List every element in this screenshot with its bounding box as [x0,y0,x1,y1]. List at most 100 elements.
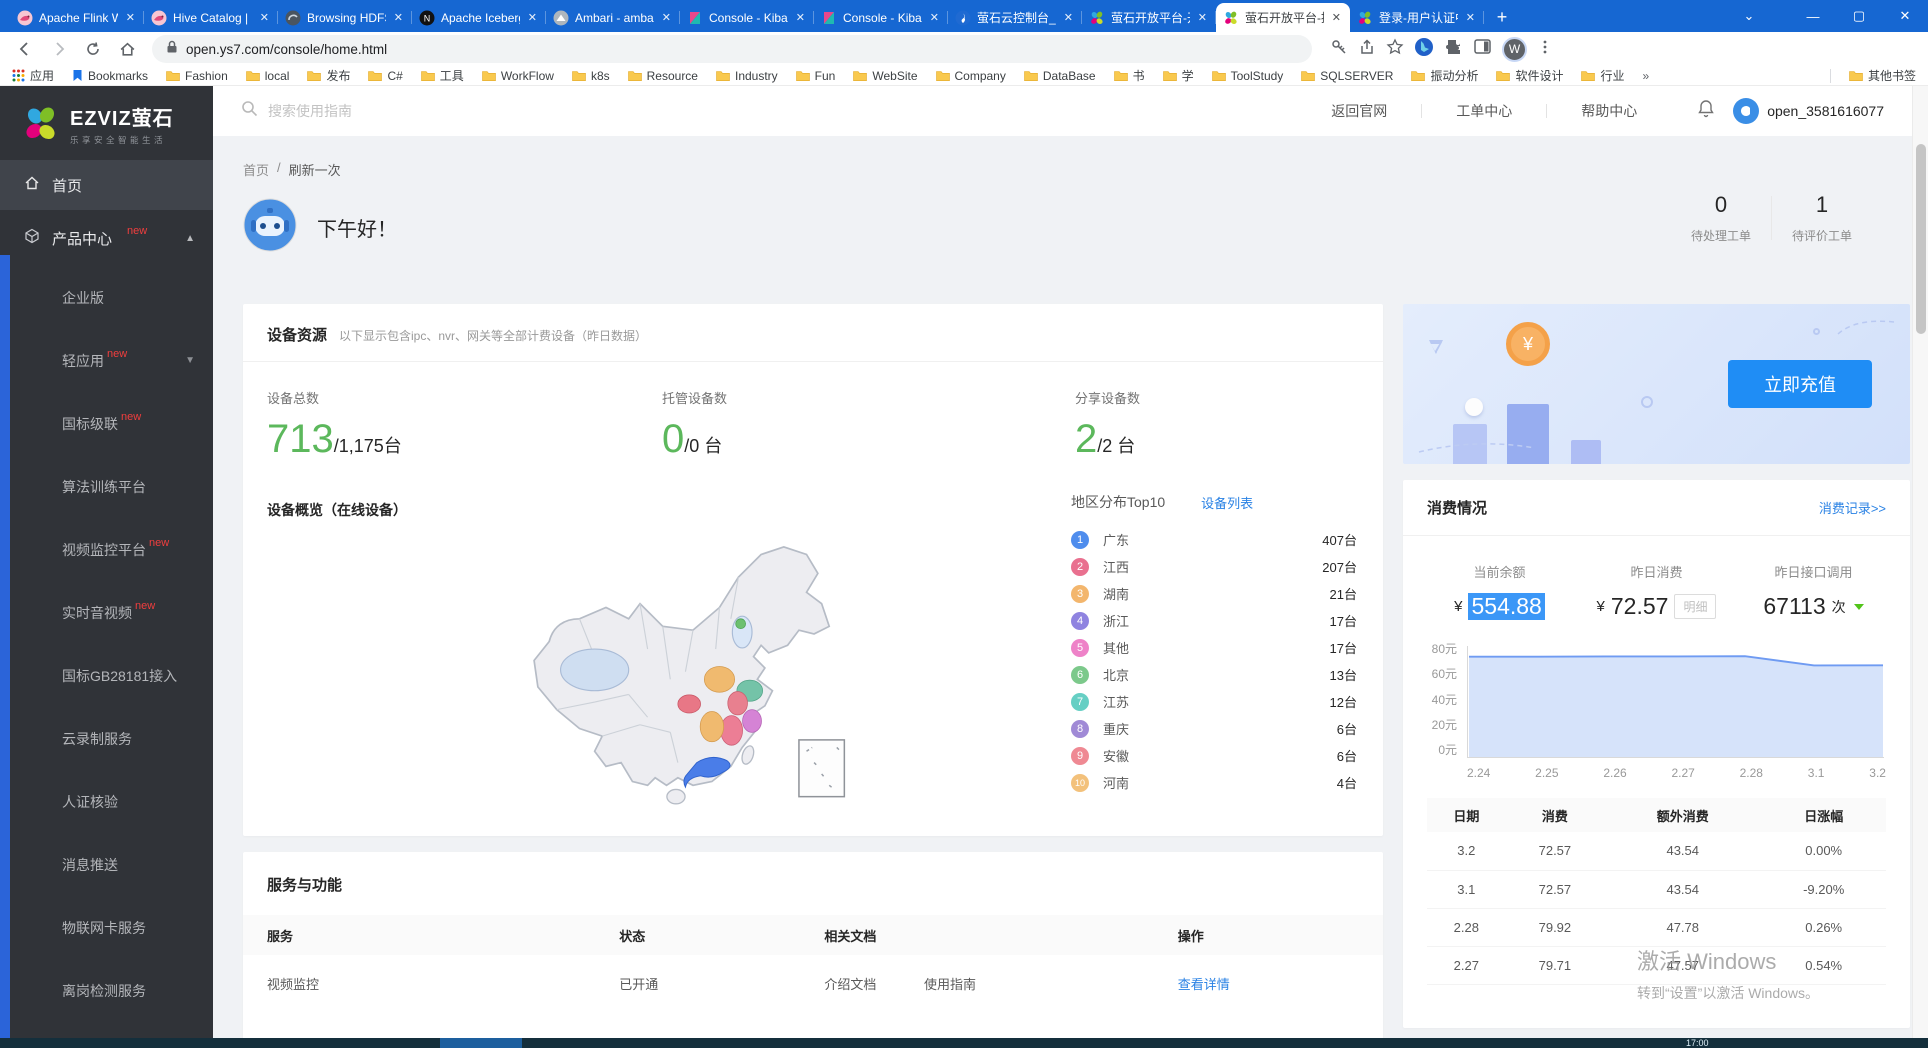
side-panel-icon[interactable] [1473,37,1492,61]
breadcrumb-root[interactable]: 首页 [243,160,269,179]
tab-close-icon[interactable]: ✕ [1464,11,1477,24]
sidebar-subitem-8[interactable]: 人证核验 [0,770,213,833]
page-scrollbar[interactable] [1912,86,1928,1038]
recharge-button[interactable]: 立即充值 [1728,360,1872,408]
scrollbar-thumb[interactable] [1916,144,1926,334]
browser-extension-bing-icon[interactable] [1414,37,1434,62]
browser-tab-10[interactable]: 登录-用户认证中 ✕ [1350,3,1484,32]
sidebar-subitem-1[interactable]: 轻应用new▼ [0,329,213,392]
search-input[interactable] [268,103,688,119]
sidebar-subitem-3[interactable]: 算法训练平台 [0,455,213,518]
browser-tab-0[interactable]: Apache Flink W ✕ [10,3,144,32]
bookmark-folder-16[interactable]: SQLSERVER [1301,69,1393,83]
consumption-record-link[interactable]: 消费记录>> [1819,498,1886,517]
bookmark-bookmarks[interactable]: Bookmarks [72,69,148,83]
tab-close-icon[interactable]: ✕ [392,11,405,24]
bookmark-folder-8[interactable]: Industry [716,69,778,83]
bookmark-folder-7[interactable]: Resource [628,69,698,83]
bookmark-folder-13[interactable]: 书 [1114,67,1145,84]
device-list-link[interactable]: 设备列表 [1201,493,1253,512]
back-button[interactable] [10,34,40,64]
tab-close-icon[interactable]: ✕ [794,11,807,24]
bookmark-folder-5[interactable]: WorkFlow [482,69,554,83]
browser-tab-8[interactable]: 萤石开放平台-开 ✕ [1082,3,1216,32]
sidebar-subitem-9[interactable]: 消息推送 [0,833,213,896]
bookmark-folder-9[interactable]: Fun [796,69,836,83]
sidebar-subitem-11[interactable]: 离岗检测服务 [0,959,213,1022]
pending-ticket[interactable]: 0 待处理工单 [1671,192,1771,244]
bookmark-folder-6[interactable]: k8s [572,69,610,83]
link-official-site[interactable]: 返回官网 [1297,101,1421,121]
bookmark-folder-19[interactable]: 行业 [1581,67,1624,84]
browser-tab-9-active[interactable]: 萤石开放平台-控 ✕ [1216,3,1350,32]
tab-close-icon[interactable]: ✕ [124,11,137,24]
tab-close-icon[interactable]: ✕ [660,11,673,24]
refresh-button[interactable] [78,34,108,64]
bookmark-folder-11[interactable]: Company [936,69,1006,83]
sidebar-subitem-7[interactable]: 云录制服务 [0,707,213,770]
share-icon[interactable] [1358,38,1376,61]
link-help-center[interactable]: 帮助中心 [1547,101,1671,121]
bookmark-folder-14[interactable]: 学 [1163,67,1194,84]
region-top10-tab[interactable]: 地区分布Top10 [1071,492,1165,512]
bookmark-folder-18[interactable]: 软件设计 [1496,67,1563,84]
browser-tab-7[interactable]: 萤石云控制台_E ✕ [948,3,1082,32]
bookmark-folder-10[interactable]: WebSite [853,69,917,83]
browser-tab-1[interactable]: Hive Catalog | ✕ [144,3,278,32]
china-map[interactable] [393,528,993,808]
sidebar-subitem-0[interactable]: 企业版 [0,266,213,329]
other-bookmarks-folder[interactable]: 其他书签 [1849,67,1916,84]
detail-button[interactable]: 明细 [1674,594,1716,619]
maximize-button[interactable]: ▢ [1836,0,1882,32]
sidebar-subitem-10[interactable]: 物联网卡服务 [0,896,213,959]
bookmark-folder-3[interactable]: C# [368,69,402,83]
bookmark-folder-17[interactable]: 振动分析 [1411,67,1478,84]
browser-tab-4[interactable]: Ambari - amba ✕ [546,3,680,32]
forward-button[interactable] [44,34,74,64]
sidebar-subitem-5[interactable]: 实时音视频new [0,581,213,644]
tab-close-icon[interactable]: ✕ [1330,11,1343,24]
extensions-puzzle-icon[interactable] [1444,37,1463,61]
review-ticket[interactable]: 1 待评价工单 [1772,192,1872,244]
menu-kebab-icon[interactable] [1537,39,1553,60]
link-ticket-center[interactable]: 工单中心 [1422,101,1546,121]
browser-tab-5[interactable]: Console - Kiba ✕ [680,3,814,32]
home-button[interactable] [112,34,142,64]
tab-list-chevron-icon[interactable]: ⌄ [1726,0,1772,32]
bookmark-folder-12[interactable]: DataBase [1024,69,1096,83]
bookmark-folder-1[interactable]: local [246,69,290,83]
sidebar-subitem-2[interactable]: 国标级联new [0,392,213,455]
sidebar-subitem-6[interactable]: 国标GB28181接入 [0,644,213,707]
sidebar-item-product-center[interactable]: 产品中心 new ▲ [0,210,213,266]
view-details-link[interactable]: 查看详情 [1178,977,1230,992]
address-bar[interactable]: open.ys7.com/console/home.html [152,35,1312,63]
browser-tab-6[interactable]: Console - Kiba ✕ [814,3,948,32]
password-key-icon[interactable] [1330,38,1348,61]
sidebar-item-home[interactable]: 首页 [0,160,213,210]
tab-close-icon[interactable]: ✕ [258,11,271,24]
chevron-down-icon[interactable] [1854,604,1864,610]
usage-guide-link[interactable]: 使用指南 [924,977,976,992]
bookmark-apps[interactable]: 应用 [12,67,54,84]
bookmark-folder-4[interactable]: 工具 [421,67,464,84]
browser-tab-2[interactable]: Browsing HDFS ✕ [278,3,412,32]
taskbar-active-app[interactable] [440,1038,522,1048]
sidebar-subitem-4[interactable]: 视频监控平台new [0,518,213,581]
bookmark-folder-15[interactable]: ToolStudy [1212,69,1284,83]
notification-bell-icon[interactable] [1697,99,1715,123]
bookmark-star-icon[interactable] [1386,38,1404,61]
tab-close-icon[interactable]: ✕ [928,11,941,24]
tab-close-icon[interactable]: ✕ [526,11,539,24]
bookmark-folder-2[interactable]: 发布 [307,67,350,84]
tab-close-icon[interactable]: ✕ [1196,11,1209,24]
intro-doc-link[interactable]: 介绍文档 [824,977,876,992]
user-account[interactable]: open_3581616077 [1733,98,1884,124]
new-tab-button[interactable]: + [1488,3,1516,31]
browser-tab-3[interactable]: N Apache Iceberg ✕ [412,3,546,32]
minimize-button[interactable]: — [1790,0,1836,32]
bookmarks-overflow-chevron[interactable]: » [1643,69,1650,83]
close-button[interactable]: ✕ [1882,0,1928,32]
ezviz-logo[interactable]: EZVIZ萤石 乐享安全智能生活 [0,86,213,160]
tab-close-icon[interactable]: ✕ [1062,11,1075,24]
profile-avatar[interactable]: W [1502,37,1527,62]
